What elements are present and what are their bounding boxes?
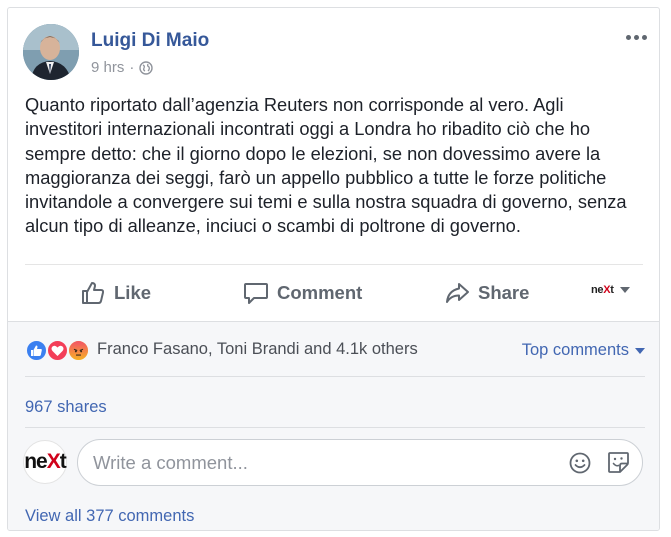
post-timestamp[interactable]: 9 hrs [91, 59, 124, 76]
commenter-avatar[interactable]: neXt [23, 440, 67, 484]
author-name[interactable]: Luigi Di Maio [91, 30, 209, 52]
shares-count[interactable]: 967 shares [25, 398, 107, 417]
like-icon [25, 339, 48, 362]
post-card: Luigi Di Maio 9 hrs · Quanto riportato d… [7, 7, 660, 531]
reactors-summary[interactable]: Franco Fasano, Toni Brandi and 4.1k othe… [97, 340, 418, 359]
globe-icon [139, 60, 154, 75]
post-actions: Like Comment Share neXt [8, 265, 659, 321]
love-icon [46, 339, 69, 362]
share-label: Share [478, 282, 530, 303]
comment-label: Comment [277, 282, 363, 303]
sort-label: Top comments [521, 341, 629, 359]
share-arrow-icon [446, 283, 469, 303]
emoji-icon[interactable] [568, 451, 592, 475]
chevron-down-icon [619, 287, 630, 293]
chevron-down-icon [635, 347, 645, 354]
view-all-comments-link[interactable]: View all 377 comments [25, 507, 194, 526]
thumbs-up-icon [82, 282, 105, 304]
page-logo: neXt [591, 284, 614, 296]
sticker-icon[interactable] [606, 450, 631, 475]
share-button[interactable]: Share [444, 276, 529, 310]
comment-input[interactable] [93, 450, 553, 476]
post-header: Luigi Di Maio 9 hrs · [23, 24, 648, 84]
comment-bubble-icon [244, 283, 268, 304]
angry-icon [67, 339, 90, 362]
comment-composer [77, 439, 643, 486]
divider [25, 376, 645, 377]
reactions-row: Franco Fasano, Toni Brandi and 4.1k othe… [25, 338, 645, 364]
commenter-logo: neXt [24, 450, 67, 473]
comment-button[interactable]: Comment [243, 276, 362, 310]
page-identity-selector[interactable]: neXt [591, 284, 630, 296]
post-body: Quanto riportato dall’agenzia Reuters no… [25, 94, 627, 237]
more-options-icon[interactable] [624, 28, 648, 46]
engagement-section: Franco Fasano, Toni Brandi and 4.1k othe… [8, 321, 659, 530]
reaction-icons[interactable] [25, 339, 93, 363]
comment-sort-dropdown[interactable]: Top comments [522, 341, 645, 360]
like-label: Like [114, 282, 152, 303]
author-avatar[interactable] [23, 24, 79, 80]
meta-separator: · [129, 59, 135, 76]
post-meta: 9 hrs · [91, 59, 154, 76]
like-button[interactable]: Like [80, 276, 151, 310]
divider [25, 427, 645, 428]
